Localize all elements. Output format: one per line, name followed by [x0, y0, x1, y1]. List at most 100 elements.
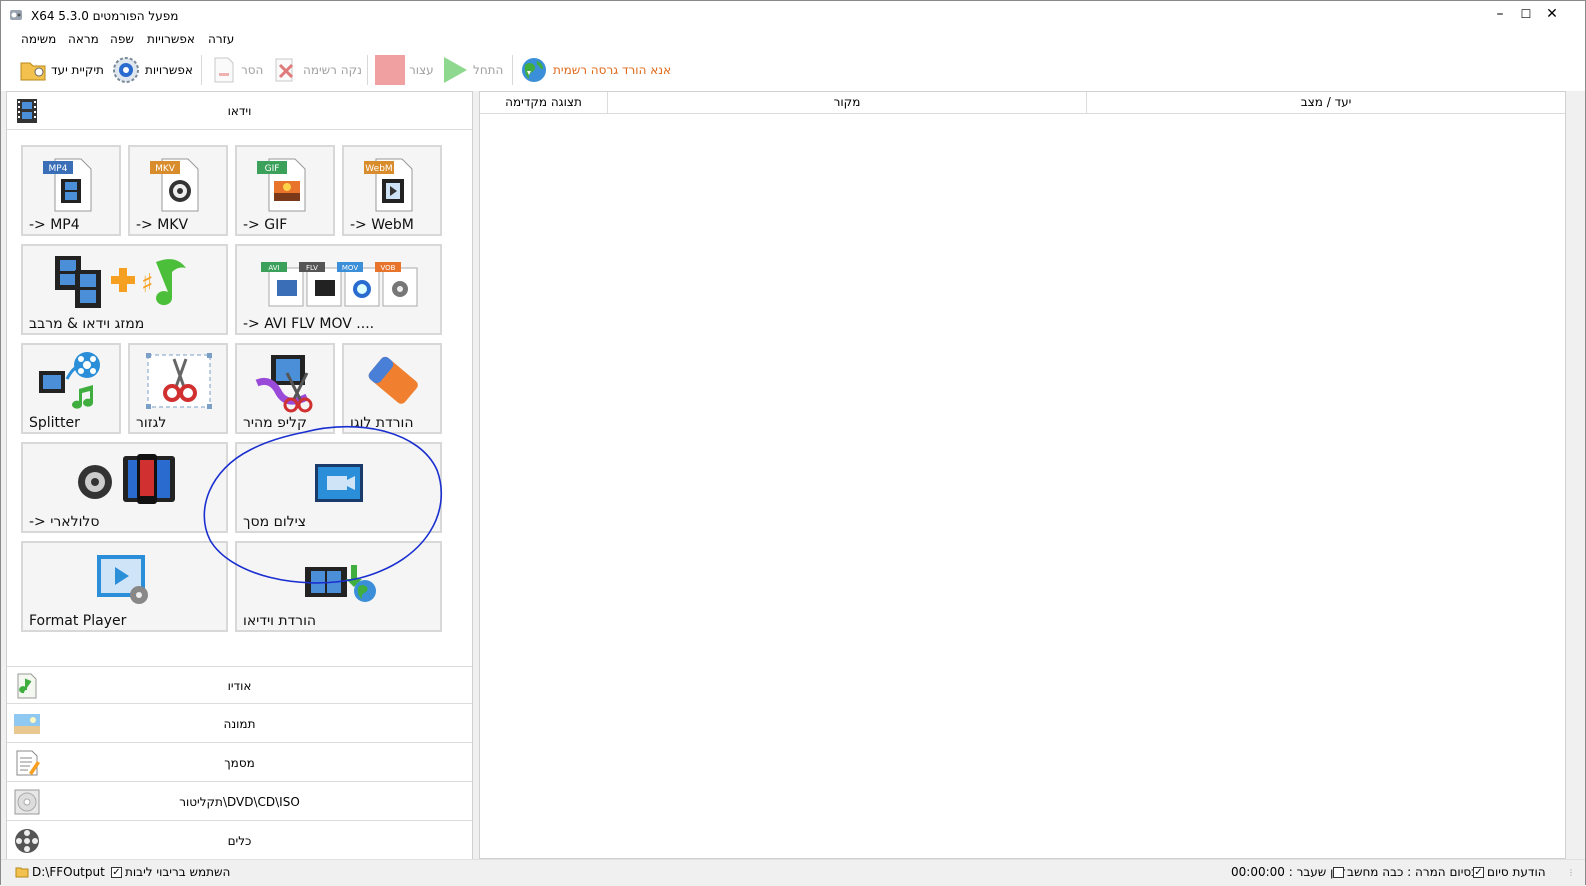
menu-task[interactable]: משימה — [21, 32, 56, 46]
minimize-icon[interactable]: – — [1493, 7, 1507, 21]
title-bar: X64 5.3.0 מפעל הפורמטים – ☐ ✕ — [1, 1, 1585, 31]
category-panel: וידאו MP4 -> MP4 MKV -> MKV GIF -> GIF W… — [6, 91, 473, 861]
splitter-icon — [39, 352, 100, 409]
svg-text:MOV: MOV — [342, 264, 358, 272]
category-video[interactable]: וידאו — [7, 92, 472, 130]
output-folder-button[interactable]: תיקיית יעד — [19, 55, 104, 85]
tile-video-download[interactable]: הורדת וידיאו — [235, 541, 442, 632]
multi-format-icon: AVI FLV MOV VOB — [261, 262, 418, 307]
player-icon — [97, 555, 148, 604]
webm-file-icon: WebM — [364, 158, 413, 212]
svg-text:♯: ♯ — [141, 269, 154, 299]
after-convert-option[interactable]: בסיום המרה : כבה מחשב — [1333, 865, 1478, 879]
tile-mp4-label: -> MP4 — [29, 217, 80, 233]
tile-gif-label: -> GIF — [243, 217, 288, 233]
task-list[interactable]: תצוגה מקדימה מקור יעד / מצב — [479, 91, 1566, 859]
tile-gif[interactable]: GIF -> GIF — [235, 145, 335, 236]
category-video-label: וידאו — [227, 104, 252, 118]
svg-text:VOB: VOB — [381, 264, 396, 272]
gif-file-icon: GIF — [257, 158, 306, 212]
tile-mobile[interactable]: -> סלולארי — [21, 442, 228, 533]
category-document-label: מסמך — [224, 756, 255, 770]
remove-document-icon — [214, 57, 234, 83]
category-audio[interactable]: אודיו — [7, 666, 472, 704]
menu-view[interactable]: מראה — [68, 32, 99, 46]
svg-text:GIF: GIF — [265, 164, 280, 174]
menu-language[interactable]: שפה — [110, 32, 134, 46]
tile-mkv[interactable]: MKV -> MKV — [128, 145, 228, 236]
tile-video-joiner-label: ממזג וידאו & מרבב — [29, 316, 145, 332]
menu-options[interactable]: אפשרויות — [147, 32, 195, 46]
tile-quick-clip[interactable]: קליפ מהיר — [235, 343, 335, 434]
menu-help[interactable]: עזרה — [208, 32, 234, 46]
tile-splitter-label: Splitter — [29, 415, 80, 431]
mp4-file-icon: MP4 — [43, 158, 92, 212]
svg-text:WebM: WebM — [365, 164, 392, 174]
category-tools-label: כלים — [227, 834, 252, 848]
category-tools[interactable]: כלים — [7, 822, 472, 860]
toolbar: תיקיית יעד אפשרויות הסר נקה רשימה עצור ה… — [1, 49, 1585, 91]
video-download-icon — [305, 565, 376, 602]
column-source[interactable]: מקור — [608, 92, 1087, 114]
start-button[interactable]: התחל — [441, 55, 503, 85]
folder-icon — [15, 867, 29, 878]
close-icon[interactable]: ✕ — [1545, 7, 1559, 21]
folder-icon — [20, 62, 46, 81]
category-picture-label: תמונה — [223, 717, 256, 731]
tile-mkv-label: -> MKV — [136, 217, 189, 233]
quick-clip-icon — [255, 355, 313, 413]
notify-checkbox[interactable]: ✓ — [1473, 866, 1484, 878]
tile-splitter[interactable]: Splitter — [21, 343, 121, 434]
tile-quick-clip-label: קליפ מהיר — [243, 415, 307, 431]
app-window: X64 5.3.0 מפעל הפורמטים – ☐ ✕ משימה מראה… — [0, 0, 1586, 886]
toolbar-separator — [201, 55, 202, 85]
status-bar: D:\FFOutput ✓ השתמש בריבוי ליבות זמן שעב… — [1, 859, 1585, 886]
video-joiner-icon: ♯ — [55, 256, 186, 308]
category-picture[interactable]: תמונה — [7, 705, 472, 743]
notify-option[interactable]: ✓ הודעת סיום — [1473, 865, 1546, 879]
eraser-icon — [368, 356, 418, 404]
screen-record-icon — [315, 464, 363, 502]
category-document[interactable]: מסמך — [7, 744, 472, 782]
tile-avi-flv-mov[interactable]: AVI FLV MOV VOB -> AVI FLV MOV .... — [235, 244, 442, 335]
app-icon — [10, 10, 22, 20]
tile-remove-logo[interactable]: הורדת לוגו — [342, 343, 442, 434]
maximize-icon[interactable]: ☐ — [1519, 7, 1533, 21]
tile-avi-flv-mov-label: -> AVI FLV MOV .... — [243, 316, 375, 332]
elapsed-timer: זמן שעבר : 00:00:00 — [1231, 865, 1346, 879]
tile-video-joiner[interactable]: ♯ ממזג וידאו & מרבב — [21, 244, 228, 335]
tile-format-player[interactable]: Format Player — [21, 541, 228, 632]
output-path[interactable]: D:\FFOutput — [15, 865, 105, 879]
after-convert-checkbox[interactable] — [1333, 866, 1344, 878]
svg-text:MP4: MP4 — [49, 164, 68, 174]
mobile-device-icon — [78, 454, 175, 504]
category-rom[interactable]: תקליטור\DVD\CD\ISO — [7, 783, 472, 821]
category-rom-label: תקליטור\DVD\CD\ISO — [179, 795, 300, 809]
mkv-file-icon: MKV — [150, 158, 199, 212]
globe-icon — [522, 58, 546, 82]
column-preview[interactable]: תצוגה מקדימה — [480, 92, 608, 114]
options-button[interactable]: אפשרויות — [111, 55, 193, 85]
download-official-link[interactable]: אנא הורד גרסה רשמית — [519, 55, 671, 85]
toolbar-separator — [367, 55, 368, 85]
menu-bar: משימה מראה שפה אפשרויות עזרה — [1, 31, 1585, 49]
window-title: X64 5.3.0 מפעל הפורמטים — [31, 9, 179, 23]
tile-webm[interactable]: WebM -> WebM — [342, 145, 442, 236]
tile-mp4[interactable]: MP4 -> MP4 — [21, 145, 121, 236]
multithread-option[interactable]: ✓ השתמש בריבוי ליבות — [111, 865, 230, 879]
svg-text:MKV: MKV — [155, 164, 176, 174]
tile-webm-label: -> WebM — [350, 217, 414, 233]
remove-button[interactable]: הסר — [211, 55, 263, 85]
clear-list-icon — [275, 58, 294, 82]
resize-grip-icon[interactable]: ⋮ — [1567, 868, 1575, 877]
tile-screen-record-label: צילום מסך — [243, 514, 307, 530]
tile-crop-label: לגזור — [136, 415, 167, 431]
tile-crop[interactable]: לגזור — [128, 343, 228, 434]
stop-icon — [375, 55, 405, 85]
tile-screen-record[interactable]: צילום מסך — [235, 442, 442, 533]
stop-button[interactable]: עצור — [375, 55, 434, 85]
tile-video-download-label: הורדת וידיאו — [243, 613, 317, 629]
multithread-checkbox[interactable]: ✓ — [111, 866, 122, 878]
column-destination-status[interactable]: יעד / מצב — [1087, 92, 1565, 114]
clear-list-button[interactable]: נקה רשימה — [273, 55, 362, 85]
